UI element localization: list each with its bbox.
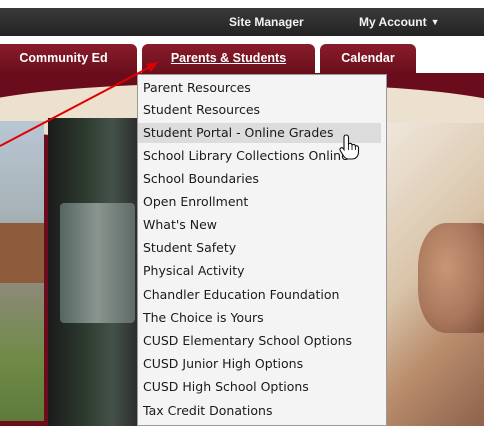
menu-item-junior-high-options[interactable]: CUSD Junior High Options bbox=[143, 354, 381, 374]
menu-item-high-school-options[interactable]: CUSD High School Options bbox=[143, 377, 381, 397]
my-account-menu[interactable]: My Account ▼ bbox=[359, 15, 439, 29]
hero-photo-student-face bbox=[418, 223, 484, 333]
menu-item-student-safety[interactable]: Student Safety bbox=[143, 238, 381, 258]
menu-item-choice-is-yours[interactable]: The Choice is Yours bbox=[143, 308, 381, 328]
tab-calendar[interactable]: Calendar bbox=[320, 44, 416, 73]
menu-item-physical-activity[interactable]: Physical Activity bbox=[143, 261, 381, 281]
tab-community-ed[interactable]: Community Ed bbox=[0, 44, 137, 73]
hand-pointer-icon bbox=[339, 134, 360, 160]
menu-item-elementary-options[interactable]: CUSD Elementary School Options bbox=[143, 331, 381, 351]
menu-item-education-foundation[interactable]: Chandler Education Foundation bbox=[143, 285, 381, 305]
main-nav: Community Ed Parents & Students Calendar bbox=[0, 36, 484, 73]
my-account-label: My Account bbox=[359, 15, 427, 29]
hero-photo-locker-detail bbox=[60, 203, 135, 323]
menu-item-student-resources[interactable]: Student Resources bbox=[143, 100, 381, 120]
menu-item-tax-credit-donations[interactable]: Tax Credit Donations bbox=[143, 401, 381, 421]
parents-students-dropdown: Parent Resources Student Resources Stude… bbox=[137, 74, 387, 426]
hero-photo-brick-wall bbox=[0, 223, 44, 283]
menu-item-school-boundaries[interactable]: School Boundaries bbox=[143, 169, 381, 189]
caret-down-icon: ▼ bbox=[430, 17, 440, 27]
site-manager-link[interactable]: Site Manager bbox=[229, 15, 304, 29]
menu-item-parent-resources[interactable]: Parent Resources bbox=[143, 78, 381, 98]
top-utility-bar: Site Manager My Account ▼ bbox=[0, 8, 484, 36]
tab-parents-students[interactable]: Parents & Students bbox=[142, 44, 315, 73]
menu-item-whats-new[interactable]: What's New bbox=[143, 215, 381, 235]
menu-item-open-enrollment[interactable]: Open Enrollment bbox=[143, 192, 381, 212]
